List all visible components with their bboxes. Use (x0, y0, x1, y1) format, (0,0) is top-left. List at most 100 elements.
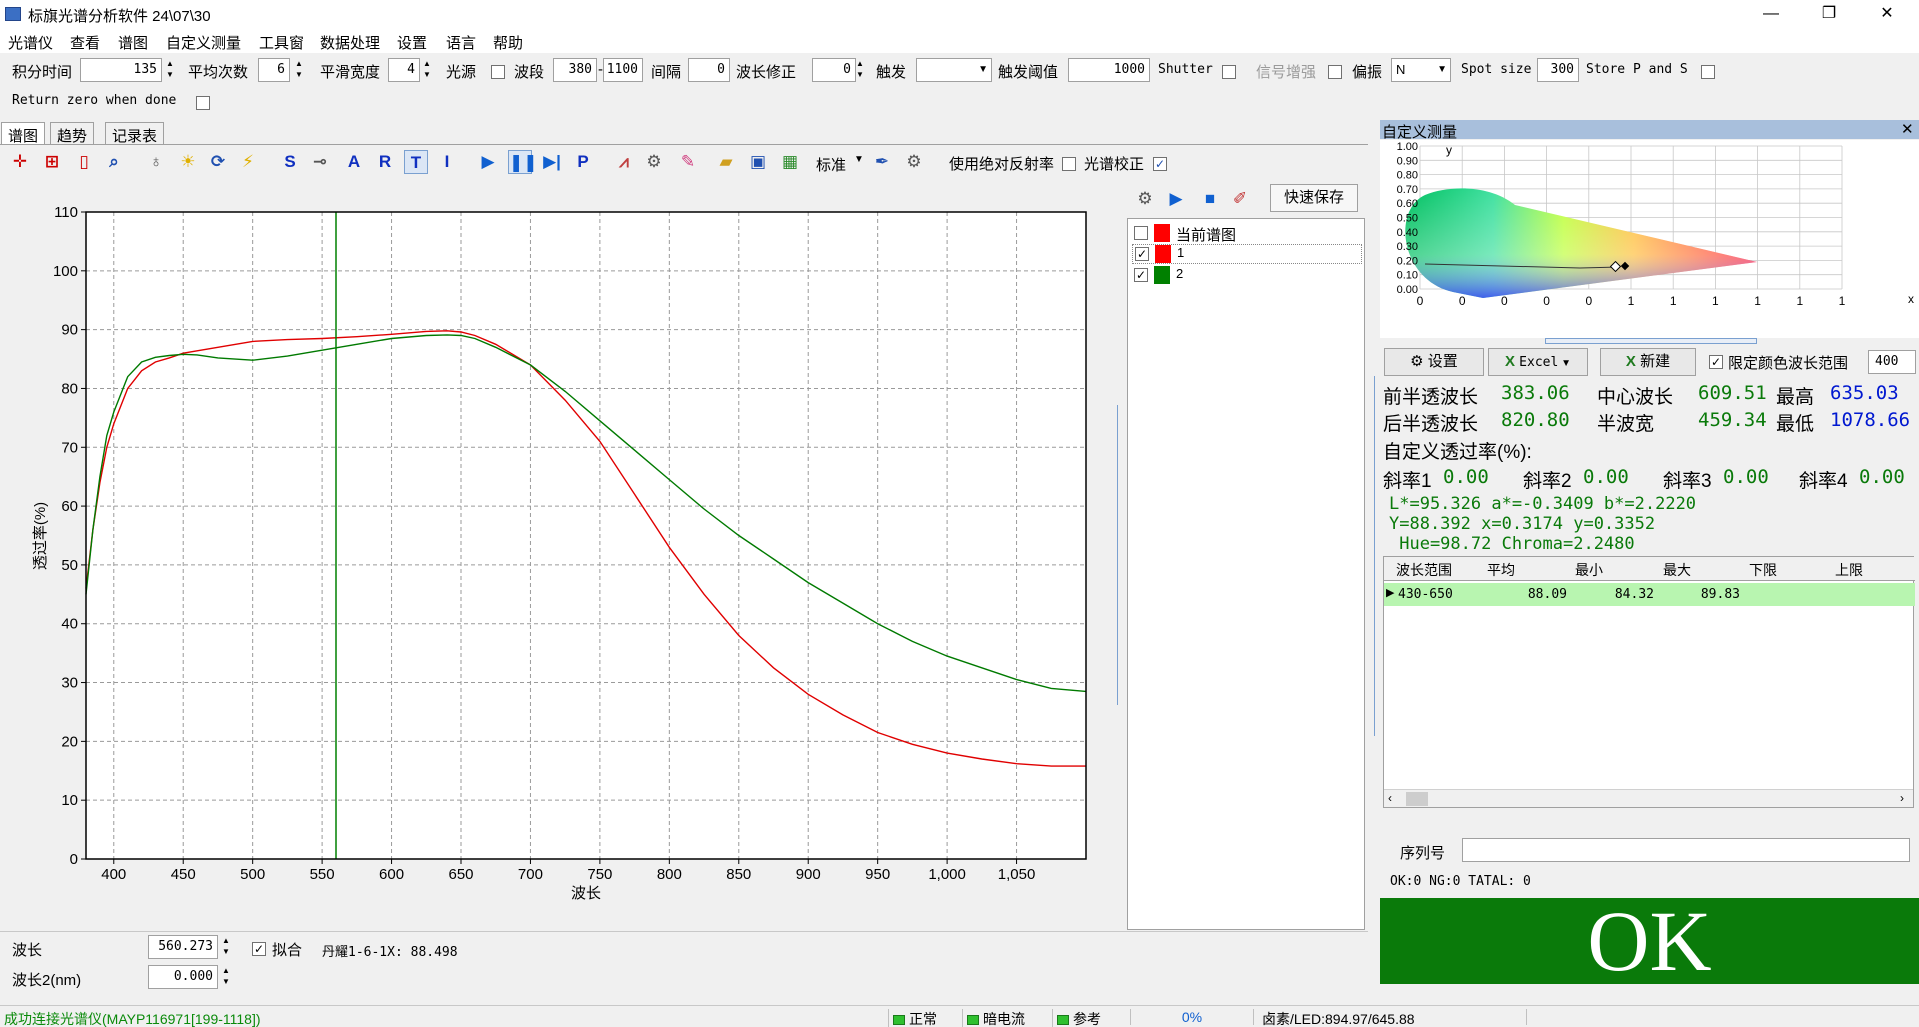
band-from-input[interactable]: 380 (553, 58, 597, 82)
gear-icon[interactable]: ⚙ (642, 150, 666, 174)
splitter-handle[interactable] (1117, 405, 1122, 705)
new-button[interactable]: X 新建 (1600, 348, 1696, 376)
image-icon[interactable]: ▦ (778, 150, 802, 174)
trigger-threshold-input[interactable]: 1000 (1068, 58, 1150, 82)
play-icon[interactable]: ▶ (476, 150, 500, 174)
col-header-min[interactable]: 最小 (1575, 560, 1603, 580)
standard-dropdown[interactable]: 标准 (816, 154, 846, 175)
lightning-icon[interactable]: ⚡ (236, 150, 260, 174)
col-header-range[interactable]: 波长范围 (1396, 560, 1452, 580)
col-header-upper[interactable]: 上限 (1835, 560, 1863, 580)
stop-icon[interactable]: ■ (1198, 187, 1222, 211)
average-count-input[interactable]: 6 (258, 58, 290, 82)
serial-number-input[interactable] (1462, 838, 1910, 862)
menu-spectrometer[interactable]: 光谱仪 (8, 32, 53, 53)
open-folder-icon[interactable]: ▰ (714, 150, 738, 174)
smooth-width-input[interactable]: 4 (388, 58, 420, 82)
cie-splitter[interactable] (1545, 338, 1757, 344)
menu-custom-measure[interactable]: 自定义测量 (166, 32, 241, 53)
mode-a-button[interactable]: A (342, 150, 366, 174)
store-p-s-checkbox[interactable] (1701, 65, 1715, 79)
fit-checkbox[interactable]: ✓ (252, 942, 266, 956)
pause-icon[interactable]: ❚❚ (508, 150, 538, 174)
refresh-icon[interactable]: ⟳ (206, 150, 230, 174)
smooth-width-spinner[interactable]: ▲ ▼ (420, 58, 434, 82)
range-icon[interactable]: ▯ (72, 150, 96, 174)
save-icon[interactable]: ▣ (746, 150, 770, 174)
play-icon[interactable]: ▶ (1164, 187, 1188, 211)
tab-trend[interactable]: 趋势 (50, 122, 95, 145)
wavelength-correction-spinner[interactable]: ▲ ▼ (853, 58, 867, 82)
menu-view[interactable]: 查看 (70, 32, 100, 53)
gear-icon[interactable]: ⚙ (1133, 187, 1157, 211)
col-header-lower[interactable]: 下限 (1749, 560, 1777, 580)
close-button[interactable]: ✕ (1858, 0, 1916, 30)
zoom-icon[interactable]: ⌕ (102, 150, 126, 174)
col-header-max[interactable]: 最大 (1663, 560, 1691, 580)
scrollbar-thumb[interactable] (1406, 792, 1428, 806)
mode-i-button[interactable]: I (435, 150, 459, 174)
wavelength-input[interactable]: 560.273 (148, 935, 218, 959)
tab-spectrum[interactable]: 谱图 (1, 122, 46, 145)
absolute-reflectance-checkbox[interactable] (1062, 157, 1076, 171)
polarization-dropdown[interactable]: N ▼ (1391, 58, 1451, 82)
settings-icon[interactable]: ⚙ (902, 150, 926, 174)
mode-p-button[interactable]: P (571, 150, 595, 174)
shutter-checkbox[interactable] (1222, 65, 1236, 79)
limit-range-input[interactable]: 400 (1868, 350, 1916, 374)
limit-color-range-checkbox[interactable]: ✓ (1709, 355, 1723, 369)
menu-spectrum[interactable]: 谱图 (118, 32, 148, 53)
quick-save-button[interactable]: 快速保存 (1270, 184, 1358, 212)
menu-language[interactable]: 语言 (446, 32, 476, 53)
legend-item[interactable]: 当前谱图 (1132, 223, 1362, 244)
crosshair-icon[interactable]: ✛ (8, 150, 32, 174)
step-icon[interactable]: ▶| (540, 150, 564, 174)
excel-export-button[interactable]: X Excel ▼ (1488, 348, 1588, 376)
light-source-checkbox[interactable] (491, 65, 505, 79)
palette-icon[interactable]: ✎ (676, 150, 700, 174)
menu-tool-window[interactable]: 工具窗 (259, 32, 304, 53)
interval-input[interactable]: 0 (688, 58, 730, 82)
integration-time-input[interactable]: 135 (80, 58, 162, 82)
spot-size-input[interactable]: 300 (1537, 58, 1579, 82)
wavelength-correction-input[interactable]: 0 (812, 58, 856, 82)
chart-line-icon[interactable]: ⩘ (612, 150, 636, 174)
scroll-right-icon[interactable]: › (1900, 791, 1904, 805)
return-zero-checkbox[interactable] (196, 96, 210, 110)
legend-checkbox[interactable]: ✓ (1134, 268, 1148, 282)
wavelength2-input[interactable]: 0.000 (148, 965, 218, 989)
spectral-calibration-checkbox[interactable]: ✓ (1153, 157, 1167, 171)
zoom-box-icon[interactable]: ⊞ (40, 150, 64, 174)
col-header-avg[interactable]: 平均 (1487, 560, 1515, 580)
close-icon[interactable]: ✕ (1901, 120, 1914, 138)
legend-item[interactable]: ✓ 2 (1132, 265, 1362, 285)
menu-settings[interactable]: 设置 (397, 32, 427, 53)
bulb-off-icon[interactable]: ♁ (144, 150, 168, 174)
restore-button[interactable]: ❐ (1800, 0, 1858, 30)
bulb-on-icon[interactable]: ☀ (176, 150, 200, 174)
pen-icon[interactable]: ✒ (870, 150, 894, 174)
wavelength-spinner[interactable]: ▲ ▼ (219, 935, 233, 959)
integration-time-spinner[interactable]: ▲ ▼ (163, 58, 177, 82)
menu-data-processing[interactable]: 数据处理 (320, 32, 380, 53)
wavelength2-spinner[interactable]: ▲ ▼ (219, 965, 233, 989)
tab-record[interactable]: 记录表 (105, 122, 165, 145)
settings-button[interactable]: ⚙ 设置 (1384, 348, 1484, 376)
average-count-spinner[interactable]: ▲ ▼ (292, 58, 306, 82)
minimize-button[interactable]: — (1742, 0, 1800, 30)
legend-item[interactable]: ✓ 1 (1132, 244, 1362, 264)
mode-r-button[interactable]: R (373, 150, 397, 174)
legend-checkbox[interactable] (1134, 226, 1148, 240)
scroll-left-icon[interactable]: ‹ (1388, 791, 1392, 805)
eraser-icon[interactable]: ✐ (1228, 187, 1252, 211)
mode-t-button[interactable]: T (404, 150, 428, 174)
signal-boost-checkbox[interactable] (1328, 65, 1342, 79)
probe-icon[interactable]: ⊸ (308, 150, 332, 174)
menu-help[interactable]: 帮助 (493, 32, 523, 53)
horizontal-scrollbar[interactable]: ‹ › (1384, 789, 1913, 807)
splitter-handle[interactable] (1374, 376, 1379, 736)
spectrum-chart[interactable]: 400 450 500 550 600 650 700 750 800 850 900 950 1,00… (0, 178, 1120, 931)
legend-checkbox[interactable]: ✓ (1135, 247, 1149, 261)
table-row[interactable]: ▶ 430-650 88.09 84.32 89.83 (1384, 583, 1915, 606)
sample-s-button[interactable]: S (278, 150, 302, 174)
